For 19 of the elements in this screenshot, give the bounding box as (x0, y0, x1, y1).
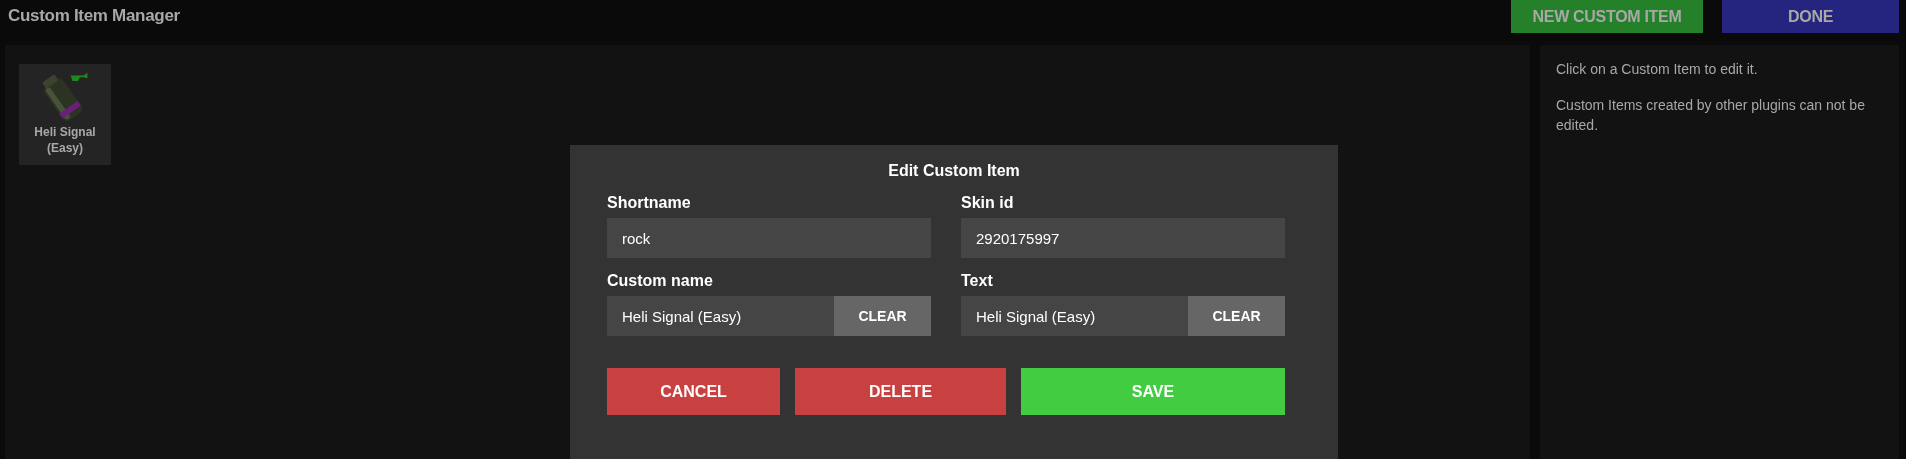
clear-button[interactable]: CLEAR (1188, 296, 1285, 336)
page-title: Custom Item Manager (7, 5, 181, 27)
item-name: Heli Signal (Easy) (33, 124, 97, 156)
input-field[interactable]: Heli Signal (Easy) (961, 296, 1188, 336)
field-label: Skin id (961, 194, 1015, 212)
input-field[interactable]: rock (607, 218, 931, 258)
done-button[interactable]: DONE (1722, 0, 1899, 33)
dialog-title: Edit Custom Item (887, 161, 1021, 181)
input-field[interactable]: Heli Signal (Easy) (607, 296, 834, 336)
info-text: Custom Items created by other plugins can not be edited. (1556, 96, 1866, 135)
field-label: Shortname (607, 194, 692, 212)
info-text: Click on a Custom Item to edit it. (1556, 60, 1759, 79)
clear-button[interactable]: CLEAR (834, 296, 931, 336)
input-field[interactable]: 2920175997 (961, 218, 1285, 258)
item-tile[interactable]: Heli Signal (Easy) (19, 64, 111, 165)
delete-button[interactable]: DELETE (795, 368, 1006, 415)
field-label: Custom name (607, 272, 714, 290)
cancel-button[interactable]: CANCEL (607, 368, 780, 415)
field-label: Text (961, 272, 994, 290)
